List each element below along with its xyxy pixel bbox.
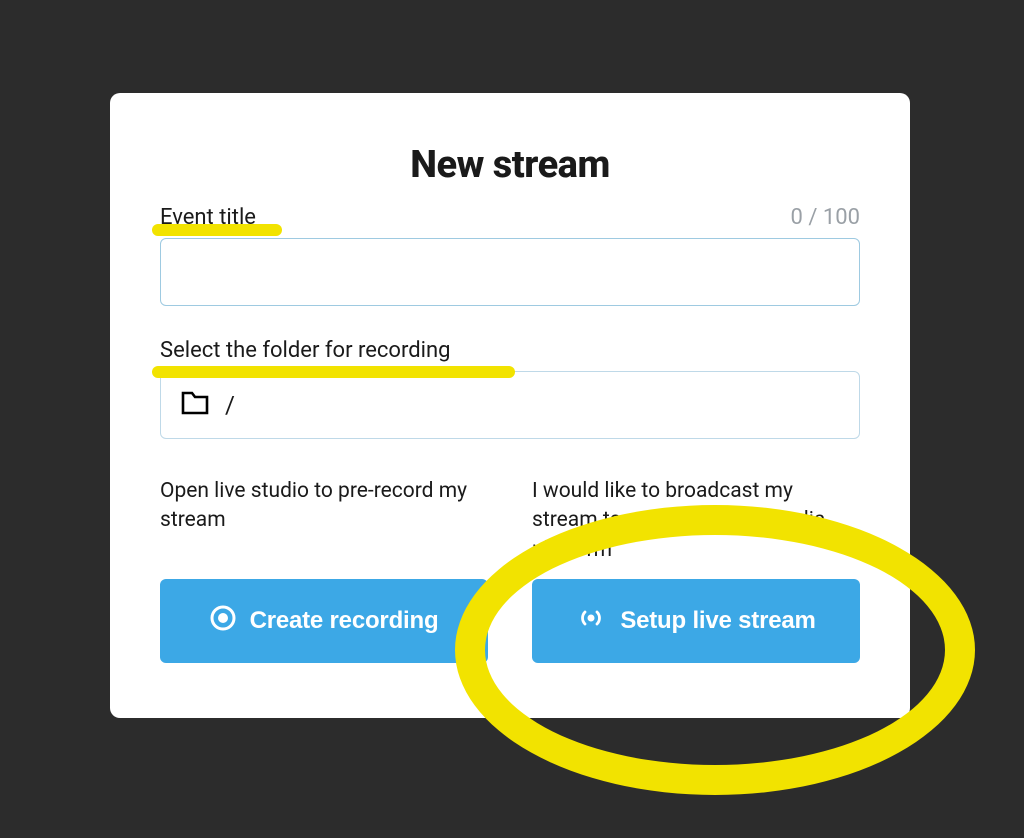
- broadcast-icon: [576, 605, 606, 638]
- char-counter: 0 / 100: [791, 205, 860, 230]
- folder-icon: [181, 391, 209, 419]
- setup-live-stream-button[interactable]: Setup live stream: [532, 579, 860, 663]
- folder-label: Select the folder for recording: [160, 338, 860, 363]
- folder-section: Select the folder for recording /: [160, 338, 860, 439]
- record-option: Open live studio to pre-record my stream…: [160, 477, 488, 663]
- create-recording-button[interactable]: Create recording: [160, 579, 488, 663]
- event-title-header: Event title 0 / 100: [160, 205, 860, 230]
- options-row: Open live studio to pre-record my stream…: [160, 477, 860, 663]
- live-description: I would like to broadcast my stream to e…: [532, 477, 860, 567]
- modal-title: New stream: [160, 143, 860, 187]
- event-title-label: Event title: [160, 205, 256, 230]
- live-option: I would like to broadcast my stream to e…: [532, 477, 860, 663]
- new-stream-modal: New stream Event title 0 / 100 Select th…: [110, 93, 910, 718]
- setup-live-stream-label: Setup live stream: [620, 607, 815, 635]
- record-description: Open live studio to pre-record my stream: [160, 477, 488, 567]
- folder-path: /: [225, 391, 235, 419]
- event-title-input[interactable]: [160, 238, 860, 306]
- record-icon: [210, 605, 236, 638]
- create-recording-label: Create recording: [250, 607, 439, 635]
- folder-select[interactable]: /: [160, 371, 860, 439]
